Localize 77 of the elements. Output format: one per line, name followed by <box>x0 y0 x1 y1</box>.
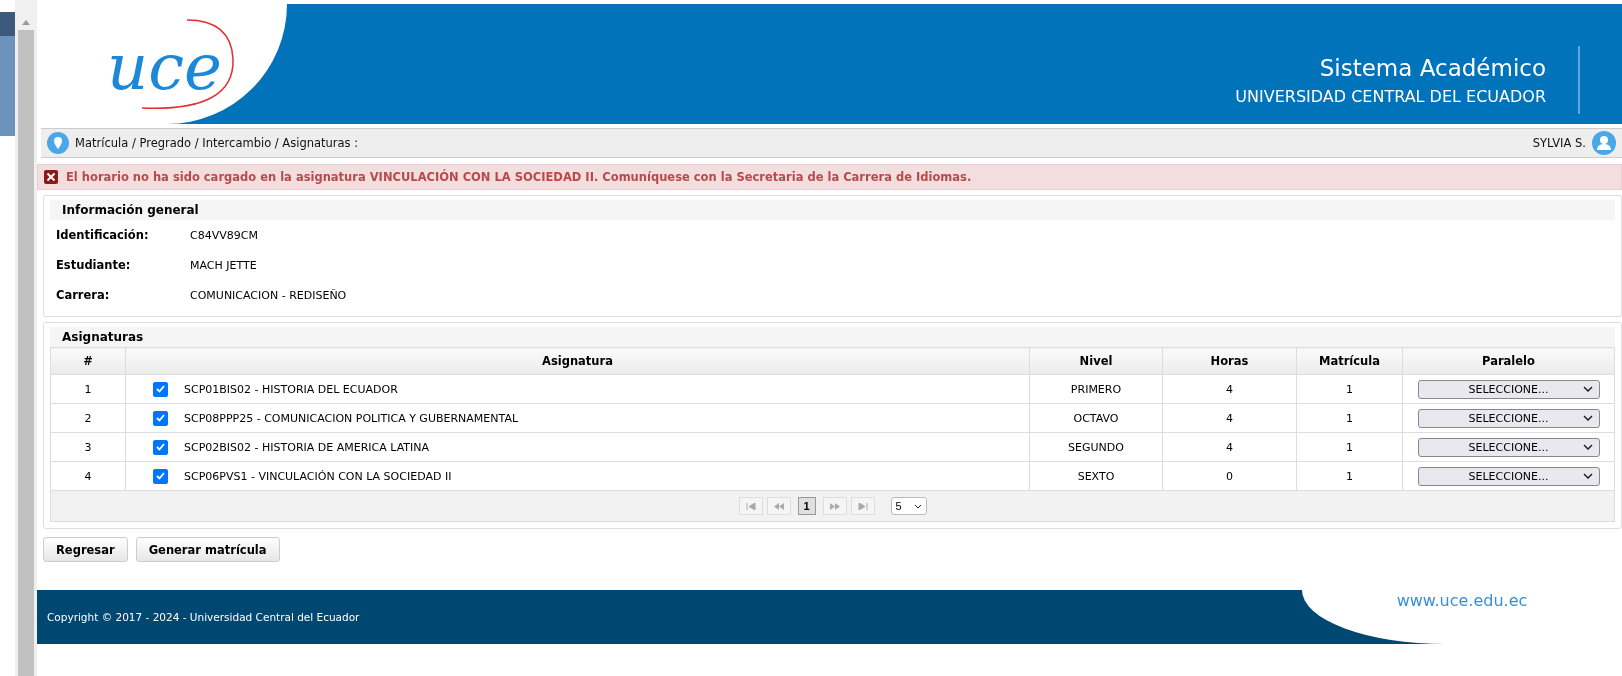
field-label: Identificación: <box>56 228 150 242</box>
checkbox[interactable] <box>153 381 168 397</box>
website-link[interactable]: www.uce.edu.ec <box>1396 591 1528 644</box>
system-title: Sistema Académico <box>1319 54 1546 81</box>
breadcrumb: Matrícula / Pregrado / Intercambio / Asignaturas : <box>75 136 360 150</box>
error-message: El horario no ha sido cargado en la asignatura VINCULACIÓN CON LA SOCIEDAD II. Comuníquese con la Secretaria de la Carrera de Idiomas. <box>66 170 972 184</box>
location-pin-icon <box>47 132 69 154</box>
table-cell: 1 <box>1296 461 1403 491</box>
user-avatar-icon[interactable] <box>1592 131 1616 155</box>
checkmark-icon <box>156 385 165 393</box>
column-header: Asignatura <box>125 347 1030 375</box>
university-name: UNIVERSIDAD CENTRAL DEL ECUADOR <box>1235 86 1546 106</box>
field-label: Estudiante: <box>56 258 132 272</box>
column-header: # <box>50 347 126 375</box>
column-header: Horas <box>1162 347 1297 375</box>
subject-name: SCP08PPP25 - COMUNICACION POLITICA Y GUBERNAMENTAL <box>184 411 519 425</box>
table-cell: SEXTO <box>1029 461 1163 491</box>
parallel-dropdown[interactable]: SELECCIONE... <box>1417 379 1600 399</box>
table-cell: SEGUNDO <box>1029 432 1163 462</box>
column-header: Matrícula <box>1296 347 1403 375</box>
table-cell: 1 <box>1296 403 1403 433</box>
checkmark-icon <box>156 472 165 480</box>
table-cell: PRIMERO <box>1029 374 1163 404</box>
page-size-dropdown[interactable]: 5 <box>890 497 927 515</box>
table-cell: 1 <box>50 374 126 404</box>
scrollbar-thumb[interactable] <box>18 30 34 676</box>
parallel-dropdown[interactable]: SELECCIONE... <box>1417 466 1600 486</box>
logo: uce <box>87 14 237 114</box>
caret-icon <box>1582 444 1593 450</box>
panel-title: Asignaturas <box>50 327 1615 347</box>
checkbox[interactable] <box>153 439 168 455</box>
action-button[interactable]: Generar matrícula <box>135 537 280 562</box>
field-value: MACH JETTE <box>190 258 257 272</box>
subject-name: SCP02BIS02 - HISTORIA DE AMERICA LATINA <box>184 440 430 454</box>
sidebar-header <box>0 12 15 36</box>
user-name: SYLVIA S. <box>1532 136 1586 150</box>
table-cell: 0 <box>1162 461 1297 491</box>
parallel-dropdown[interactable]: SELECCIONE... <box>1417 408 1600 428</box>
panel-title: Información general <box>50 200 1615 220</box>
double-left-arrow-icon <box>772 502 785 510</box>
checkmark-icon <box>156 414 165 422</box>
table-cell: 2 <box>50 403 126 433</box>
caret-icon <box>1582 415 1593 421</box>
table-cell: 4 <box>50 461 126 491</box>
caret-icon <box>1582 473 1593 479</box>
previous-page-button[interactable] <box>766 497 791 515</box>
double-right-arrow-icon <box>828 502 841 510</box>
last-page-button[interactable] <box>850 497 875 515</box>
last-page-icon <box>857 502 868 510</box>
table-cell: 3 <box>50 432 126 462</box>
error-icon <box>44 170 58 184</box>
checkbox[interactable] <box>153 410 168 426</box>
parallel-dropdown[interactable]: SELECCIONE... <box>1417 437 1600 457</box>
field-value: C84VV89CM <box>190 228 258 242</box>
table-cell: 4 <box>1162 432 1297 462</box>
checkmark-icon <box>156 443 165 451</box>
table-cell: 1 <box>1296 374 1403 404</box>
field-value: COMUNICACION - REDISEÑO <box>190 288 347 302</box>
action-button[interactable]: Regresar <box>43 537 128 562</box>
next-page-button[interactable] <box>822 497 847 515</box>
subject-name: SCP06PVS1 - VINCULACIÓN CON LA SOCIEDAD II <box>184 469 452 483</box>
table-cell: 4 <box>1162 374 1297 404</box>
caret-icon <box>913 503 922 509</box>
field-label: Carrera: <box>56 288 111 302</box>
page-button[interactable]: 1 <box>797 497 816 515</box>
caret-icon <box>1582 386 1593 392</box>
copyright-text: Copyright © 2017 - 2024 - Universidad Central del Ecuador <box>46 611 361 623</box>
column-header: Paralelo <box>1402 347 1615 375</box>
scroll-up-icon[interactable] <box>21 18 31 26</box>
first-page-button[interactable] <box>738 497 763 515</box>
table-cell: OCTAVO <box>1029 403 1163 433</box>
first-page-icon <box>745 502 756 510</box>
table-cell: 1 <box>1296 432 1403 462</box>
subject-name: SCP01BIS02 - HISTORIA DEL ECUADOR <box>184 382 398 396</box>
table-cell: 4 <box>1162 403 1297 433</box>
column-header: Nivel <box>1029 347 1163 375</box>
checkbox[interactable] <box>153 468 168 484</box>
